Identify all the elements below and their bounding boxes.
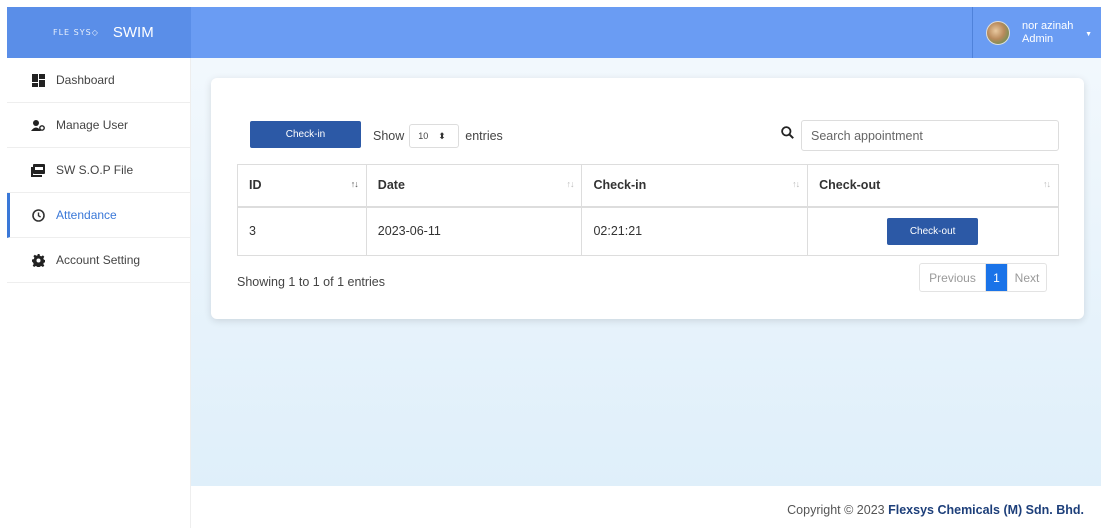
dashboard-icon bbox=[31, 73, 45, 87]
entries-label: entries bbox=[465, 129, 503, 143]
cell-check-out: Check-out bbox=[807, 206, 1059, 256]
column-label: ID bbox=[249, 178, 262, 193]
main-content: Check-in Show 10 ⬍ entries ID ↑↓ Date ↑↓ C… bbox=[191, 58, 1101, 486]
top-navbar: FLE SYS◇ SWIM nor azinah Admin ▼ bbox=[7, 7, 1101, 58]
column-header-id[interactable]: ID ↑↓ bbox=[237, 164, 367, 208]
page-button-1[interactable]: 1 bbox=[986, 264, 1007, 291]
brand[interactable]: FLE SYS◇ SWIM bbox=[7, 7, 191, 58]
users-icon bbox=[31, 118, 45, 132]
sidebar-item-label: Attendance bbox=[56, 208, 117, 222]
copyright: Copyright © 2023 Flexsys Chemicals (M) S… bbox=[787, 503, 1084, 517]
attendance-card: Check-in Show 10 ⬍ entries ID ↑↓ Date ↑↓ C… bbox=[211, 78, 1084, 319]
sidebar-item-label: Manage User bbox=[56, 118, 129, 132]
app-name: SWIM bbox=[112, 24, 154, 41]
entries-length-control: Show 10 ⬍ entries bbox=[373, 124, 503, 148]
check-out-button[interactable]: Check-out bbox=[887, 217, 979, 245]
table-row: 3 2023-06-11 02:21:21 Check-out bbox=[237, 206, 1059, 256]
sidebar-item-label: Dashboard bbox=[56, 73, 115, 87]
avatar bbox=[986, 20, 1010, 45]
column-header-check-out[interactable]: Check-out ↑↓ bbox=[807, 164, 1059, 208]
previous-page-button[interactable]: Previous bbox=[920, 264, 986, 291]
sidebar-item-sop-file[interactable]: SW S.O.P File bbox=[7, 148, 190, 193]
pagination: Previous 1 Next bbox=[919, 263, 1047, 292]
file-pdf-icon bbox=[31, 163, 45, 177]
sidebar-item-dashboard[interactable]: Dashboard bbox=[7, 58, 190, 103]
sort-icon: ↑↓ bbox=[566, 179, 574, 189]
sidebar-item-account-setting[interactable]: Account Setting bbox=[7, 238, 190, 283]
sort-icon: ↑↓ bbox=[1043, 179, 1051, 189]
clock-icon bbox=[31, 208, 45, 222]
table-info: Showing 1 to 1 of 1 entries bbox=[237, 275, 386, 289]
footer: Copyright © 2023 Flexsys Chemicals (M) S… bbox=[191, 486, 1101, 528]
user-info: nor azinah Admin bbox=[1022, 20, 1073, 46]
sidebar-item-attendance[interactable]: Attendance bbox=[7, 193, 190, 238]
caret-down-icon[interactable]: ▼ bbox=[1085, 31, 1092, 38]
cell-date: 2023-06-11 bbox=[365, 206, 583, 256]
entries-value: 10 bbox=[418, 131, 429, 141]
sidebar: Dashboard Manage User SW S.O.P File Atte… bbox=[7, 58, 191, 528]
column-label: Check-out bbox=[819, 178, 881, 193]
sort-icon: ↑↓ bbox=[350, 179, 359, 189]
column-label: Check-in bbox=[593, 178, 647, 193]
check-in-button[interactable]: Check-in bbox=[250, 121, 361, 148]
user-role: Admin bbox=[1022, 32, 1054, 45]
copyright-prefix: Copyright © 2023 bbox=[787, 503, 885, 517]
cell-id: 3 bbox=[237, 206, 367, 256]
show-label: Show bbox=[373, 129, 405, 143]
search-icon bbox=[781, 126, 794, 142]
entries-select[interactable]: 10 ⬍ bbox=[409, 124, 460, 148]
gear-icon bbox=[31, 253, 45, 267]
next-page-button[interactable]: Next bbox=[1007, 264, 1046, 291]
brand-logo: FLE SYS◇ bbox=[53, 28, 99, 37]
table-header-row: ID ↑↓ Date ↑↓ Check-in ↑↓ Check-out ↑↓ bbox=[237, 164, 1059, 208]
column-label: Date bbox=[377, 178, 405, 193]
attendance-table: ID ↑↓ Date ↑↓ Check-in ↑↓ Check-out ↑↓ 3 202… bbox=[237, 164, 1059, 256]
sort-icon: ↑↓ bbox=[792, 179, 800, 189]
sidebar-item-label: Account Setting bbox=[56, 253, 141, 267]
column-header-date[interactable]: Date ↑↓ bbox=[365, 164, 583, 208]
sidebar-item-label: SW S.O.P File bbox=[56, 163, 134, 177]
sidebar-item-manage-user[interactable]: Manage User bbox=[7, 103, 190, 148]
user-menu[interactable]: nor azinah Admin ▼ bbox=[972, 7, 1101, 58]
column-header-check-in[interactable]: Check-in ↑↓ bbox=[581, 164, 809, 208]
user-name: nor azinah bbox=[1022, 19, 1074, 32]
company-link[interactable]: Flexsys Chemicals (M) Sdn. Bhd. bbox=[888, 503, 1084, 517]
sort-updown-icon: ⬍ bbox=[438, 130, 446, 141]
search-input[interactable] bbox=[801, 120, 1059, 151]
cell-check-in: 02:21:21 bbox=[581, 206, 809, 256]
